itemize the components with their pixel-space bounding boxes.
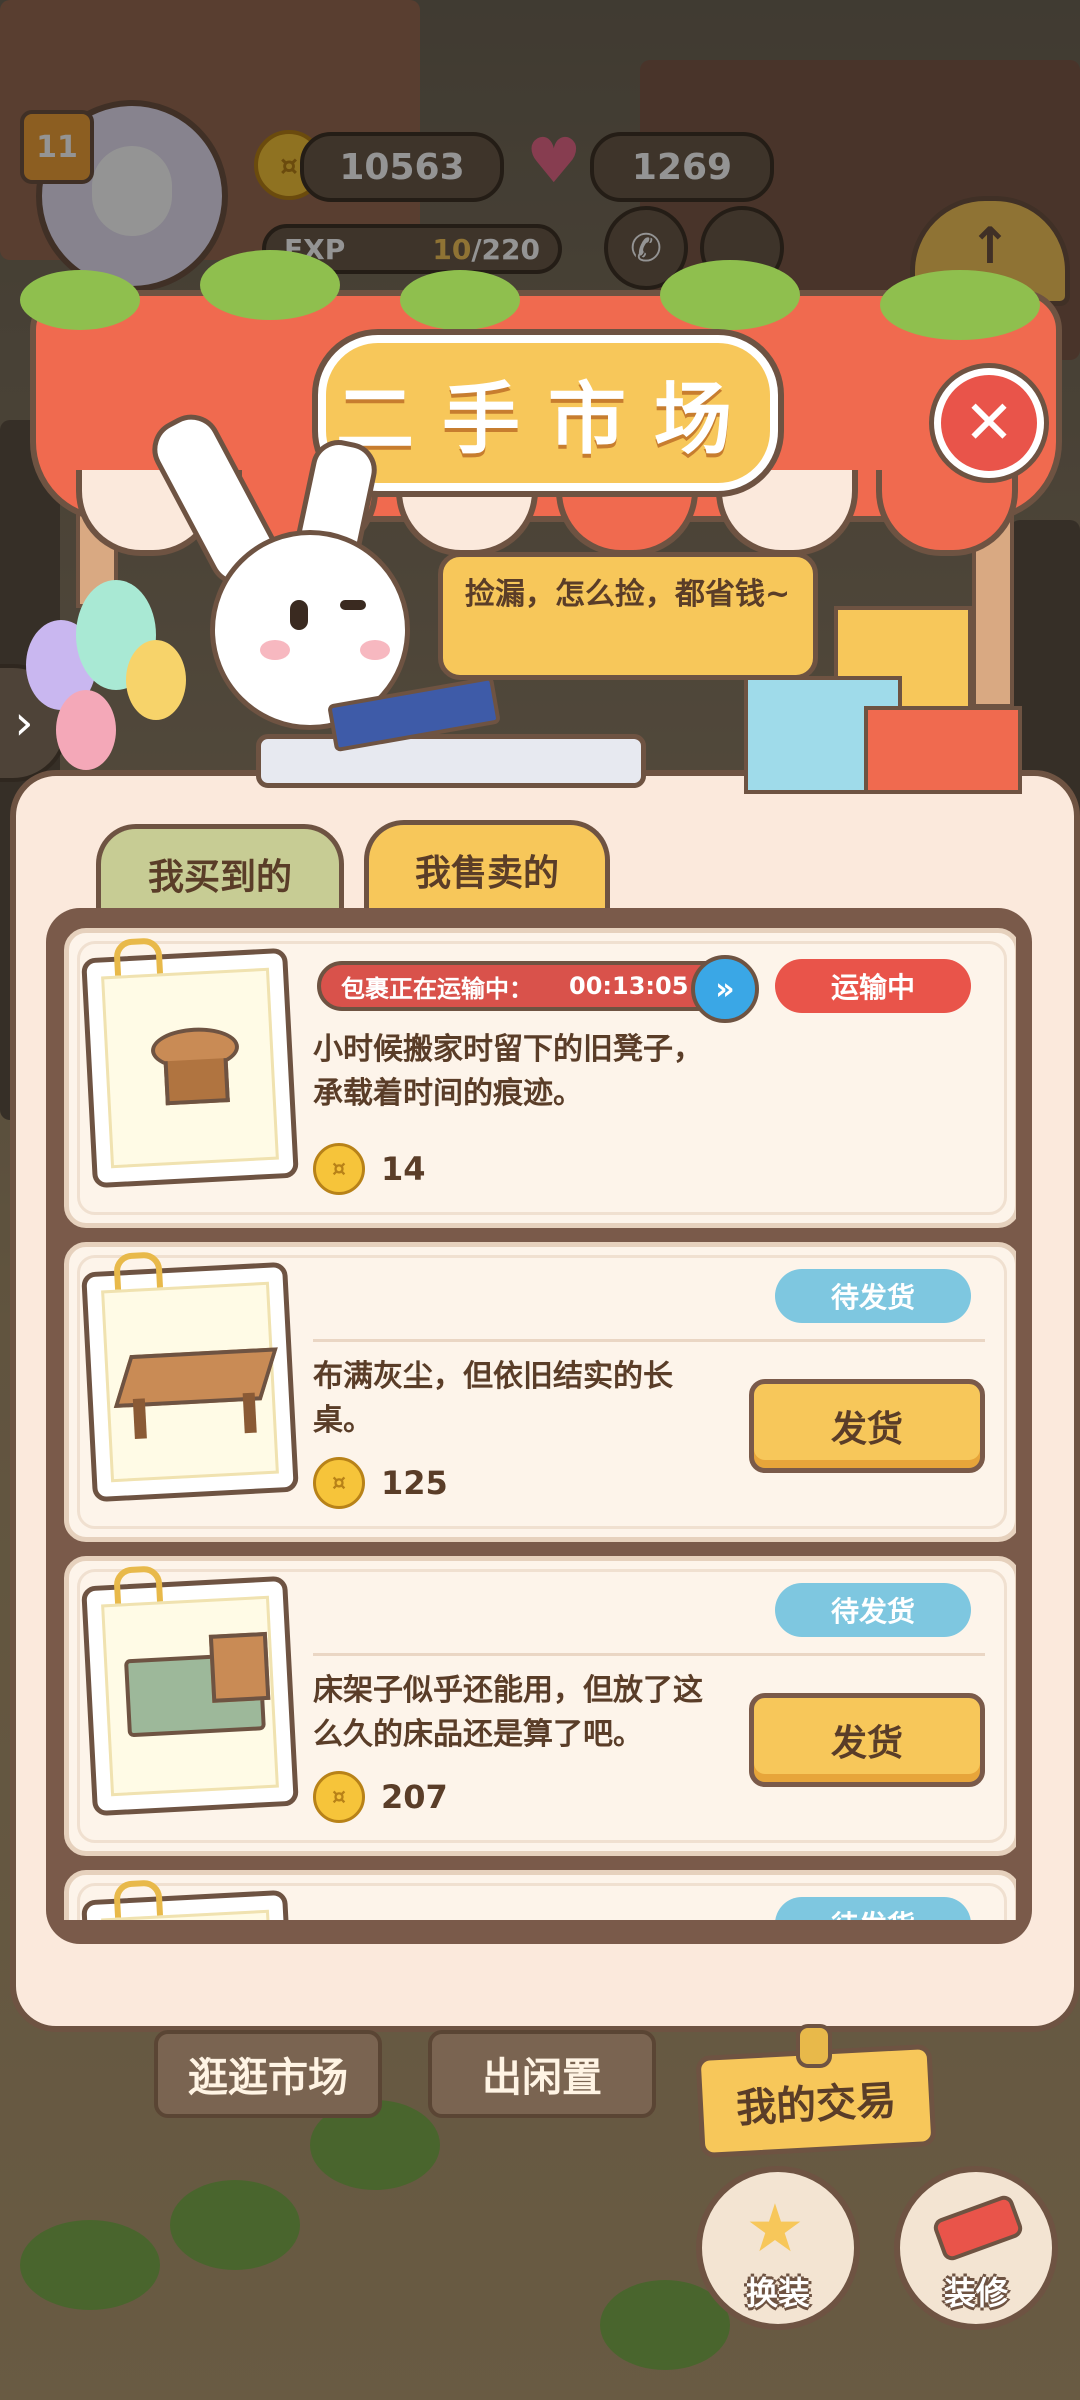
status-badge: 运输中 bbox=[775, 959, 971, 1013]
sign-pin bbox=[796, 2024, 832, 2068]
item-description: 小时候搬家时留下的旧凳子，承载着时间的痕迹。 bbox=[313, 1032, 703, 1111]
item-photo bbox=[81, 1251, 299, 1503]
tab-bought-label: 我买到的 bbox=[147, 857, 292, 898]
item-price: ¤ 207 bbox=[313, 1771, 448, 1823]
item-photo bbox=[81, 937, 299, 1189]
dress-up-label: 换装 bbox=[745, 2274, 810, 2312]
transit-timer: 00:13:05 bbox=[569, 972, 689, 1000]
paperclip-icon bbox=[113, 1879, 165, 1920]
tab-selling[interactable]: 我售卖的 bbox=[364, 820, 610, 915]
star-icon: ★ bbox=[745, 2190, 805, 2267]
paint-roller-icon bbox=[931, 2192, 1025, 2264]
price-value: 14 bbox=[381, 1150, 426, 1188]
item-price: ¤ 14 bbox=[313, 1143, 426, 1195]
sell-idle-button[interactable]: 出闲置 bbox=[428, 2030, 656, 2118]
coin-icon: ¤ bbox=[313, 1771, 365, 1823]
fast-forward-button[interactable]: » bbox=[691, 955, 759, 1023]
close-button[interactable]: ✕ bbox=[934, 368, 1044, 478]
ship-button[interactable]: 发货 bbox=[749, 1693, 985, 1787]
tab-selling-label: 我售卖的 bbox=[414, 853, 559, 894]
decorate-button[interactable]: 装修 bbox=[894, 2166, 1058, 2330]
dress-up-button[interactable]: ★ 换装 bbox=[696, 2166, 860, 2330]
item-price: ¤ 125 bbox=[313, 1457, 448, 1509]
status-badge: 待发货 bbox=[775, 1269, 971, 1323]
item-description: 布满灰尘，但依旧结实的长桌。 bbox=[313, 1359, 673, 1438]
leaf-garland bbox=[20, 250, 1060, 340]
decorate-label: 装修 bbox=[943, 2274, 1008, 2312]
balloons-decoration bbox=[16, 580, 196, 790]
transit-label: 包裹正在运输中： bbox=[341, 974, 533, 1003]
coin-icon: ¤ bbox=[313, 1457, 365, 1509]
item-description: 床架子似乎还能用，但放了这么久的床品还是算了吧。 bbox=[313, 1673, 703, 1752]
transit-progress: 包裹正在运输中： 00:13:05 bbox=[317, 961, 737, 1011]
list-item: 待发货 bbox=[64, 1870, 1016, 1920]
trade-list[interactable]: 包裹正在运输中： 00:13:05 » 运输中 小时候搬家时留下的旧凳子，承载着… bbox=[64, 924, 1016, 1920]
close-icon: ✕ bbox=[963, 388, 1015, 458]
gift-boxes-decoration bbox=[744, 596, 1024, 796]
item-photo bbox=[81, 1565, 299, 1817]
list-item: 待发货 床架子似乎还能用，但放了这么久的床品还是算了吧。 ¤ 207 发货 bbox=[64, 1556, 1016, 1856]
browse-market-button[interactable]: 逛逛市场 bbox=[154, 2030, 382, 2118]
status-badge: 待发货 bbox=[775, 1897, 971, 1920]
tab-bought[interactable]: 我买到的 bbox=[96, 824, 344, 919]
rabbit-shopkeeper bbox=[141, 404, 440, 730]
ship-button[interactable]: 发货 bbox=[749, 1379, 985, 1473]
price-value: 207 bbox=[381, 1778, 448, 1816]
status-badge: 待发货 bbox=[775, 1583, 971, 1637]
item-photo bbox=[81, 1879, 299, 1920]
fast-forward-icon: » bbox=[715, 971, 735, 1007]
coin-icon: ¤ bbox=[313, 1143, 365, 1195]
list-item: 待发货 布满灰尘，但依旧结实的长桌。 ¤ 125 发货 bbox=[64, 1242, 1016, 1542]
price-value: 125 bbox=[381, 1464, 448, 1502]
list-item: 包裹正在运输中： 00:13:05 » 运输中 小时候搬家时留下的旧凳子，承载着… bbox=[64, 928, 1016, 1228]
my-trades-label: 我的交易 bbox=[735, 2077, 898, 2133]
shop-counter bbox=[256, 734, 646, 788]
